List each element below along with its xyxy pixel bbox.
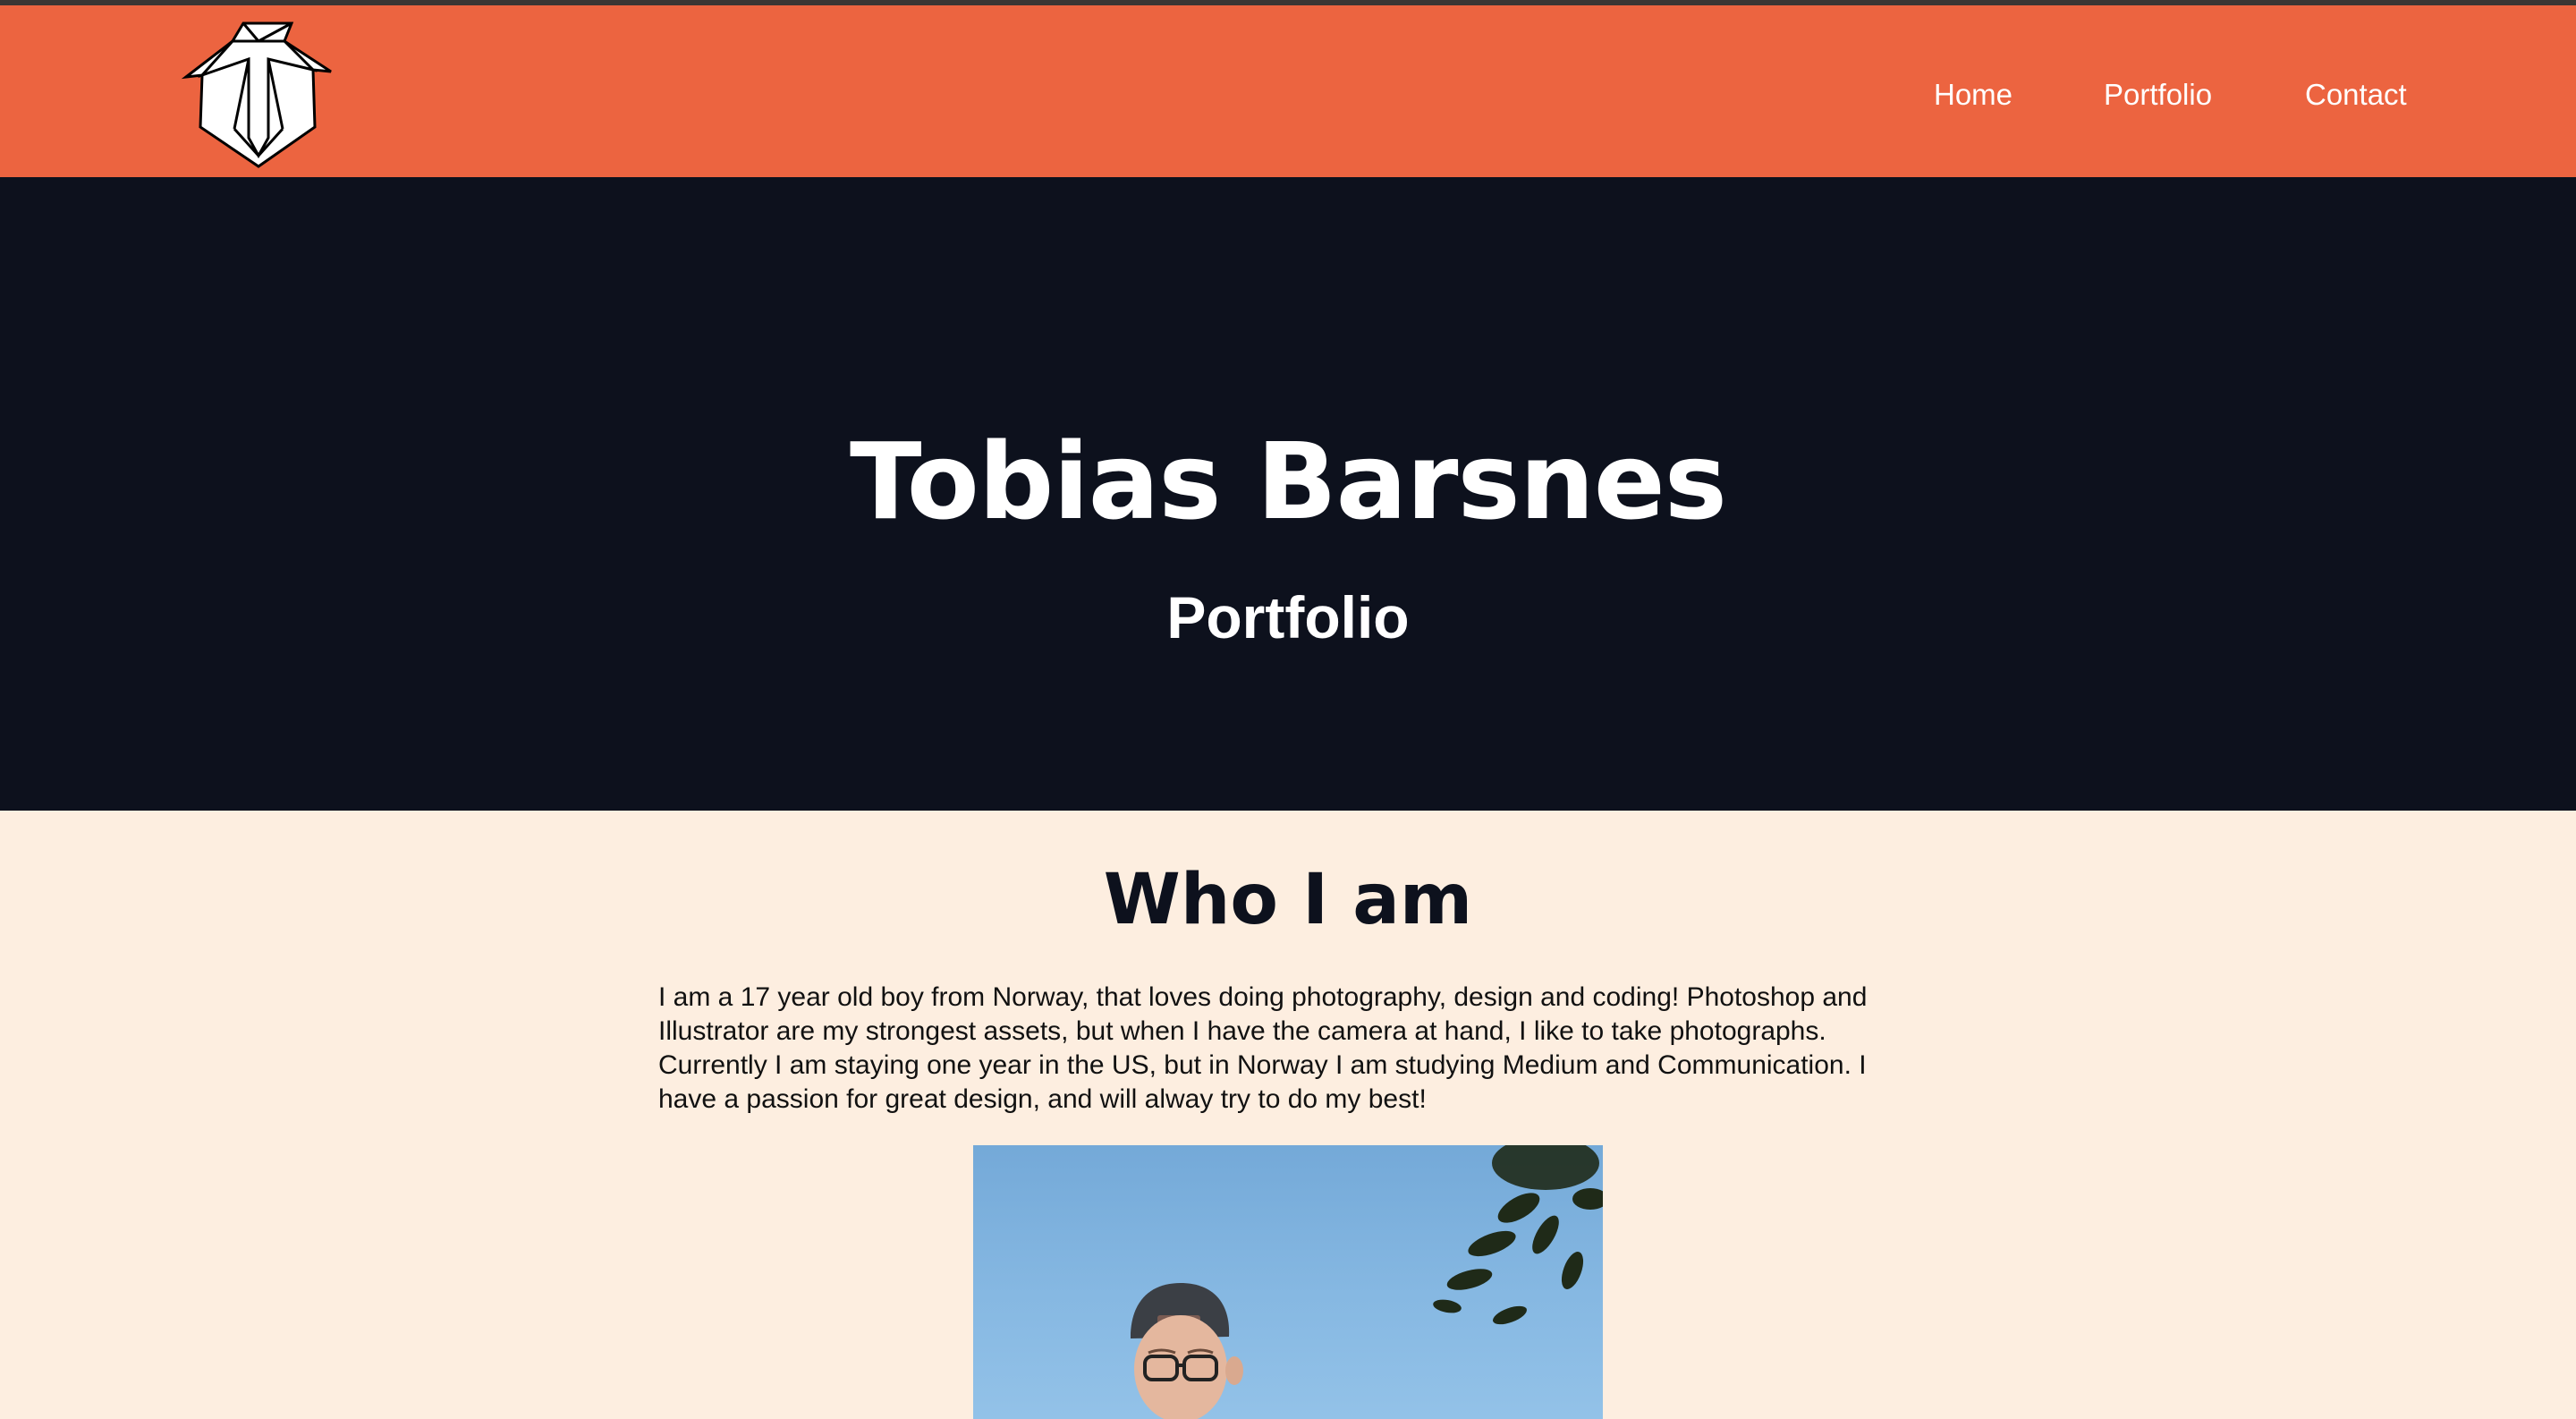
nav-home-link[interactable]: Home bbox=[1934, 77, 2012, 113]
logo-icon[interactable] bbox=[179, 21, 338, 168]
nav-portfolio-link[interactable]: Portfolio bbox=[2104, 77, 2212, 113]
navbar: Home Portfolio Contact bbox=[0, 5, 2576, 177]
hero-title: Tobias Barsnes bbox=[849, 420, 1727, 543]
about-text: I am a 17 year old boy from Norway, that… bbox=[658, 982, 1868, 1114]
nav-contact-link[interactable]: Contact bbox=[2305, 77, 2407, 113]
hero-section: Tobias Barsnes Portfolio bbox=[0, 177, 2576, 811]
about-section: Who I am I am a 17 year old boy from Nor… bbox=[0, 811, 2576, 1419]
about-heading: Who I am bbox=[1103, 860, 1473, 940]
portrait-photo bbox=[973, 1145, 1603, 1419]
hero-subtitle: Portfolio bbox=[1166, 584, 1410, 650]
